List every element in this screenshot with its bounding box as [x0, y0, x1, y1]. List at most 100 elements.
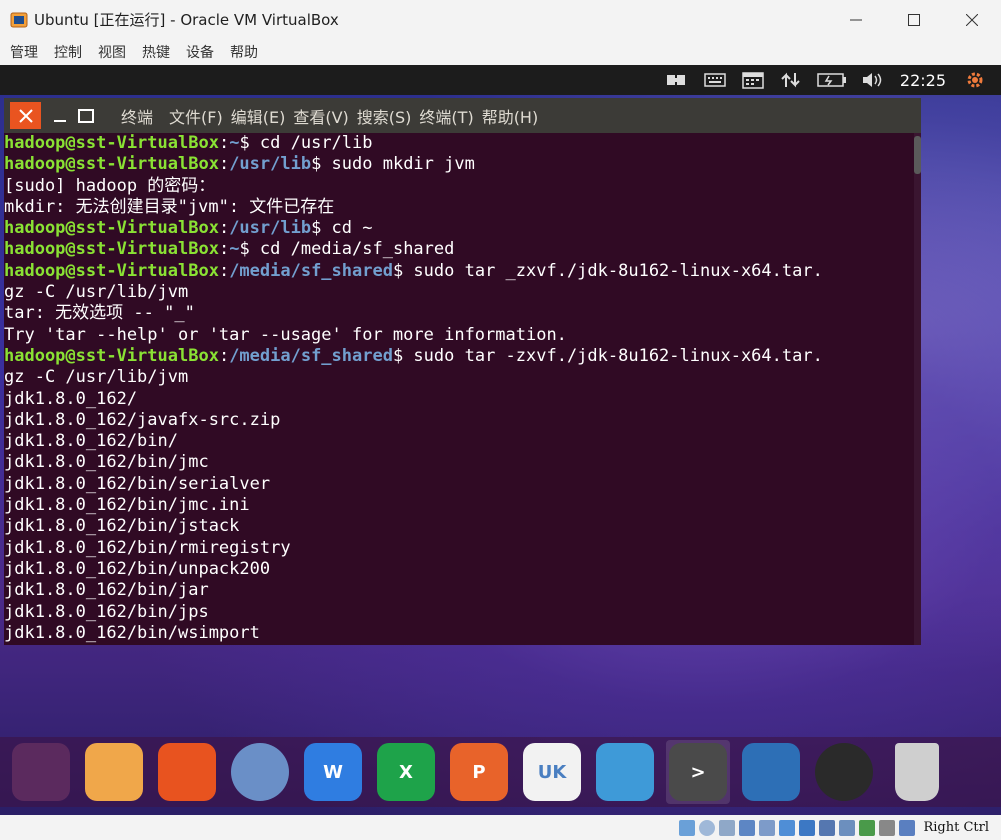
gear-icon[interactable] — [963, 71, 987, 89]
guest-display[interactable]: 22:25 终端 文件(F) 编辑(E) 查看(V) 搜索(S) 终端(T) 帮… — [0, 65, 1001, 815]
maximize-button[interactable] — [885, 0, 943, 39]
audio-icon[interactable] — [719, 819, 736, 836]
mouse-integration-icon[interactable] — [879, 819, 896, 836]
close-button[interactable] — [943, 0, 1001, 39]
terminal-menu-view[interactable]: 查看(V) — [293, 104, 348, 128]
terminal-app-name: 终端 — [121, 107, 154, 127]
network-adapter-icon[interactable] — [739, 819, 756, 836]
dock-item[interactable] — [82, 740, 146, 804]
terminal-minimize-button[interactable] — [49, 102, 71, 129]
dock-item[interactable]: X — [374, 740, 438, 804]
keyboard-icon[interactable] — [703, 71, 727, 89]
wps-presentation-icon: P — [450, 743, 508, 801]
dvd-icon — [815, 743, 873, 801]
workspace-icon — [742, 743, 800, 801]
prompt-separator: : — [218, 260, 230, 281]
terminal-line: jdk1.8.0_162/javafx-src.zip — [4, 409, 281, 430]
host-title-bar[interactable]: Ubuntu [正在运行] - Oracle VM VirtualBox — [0, 0, 1001, 39]
terminal-line: jdk1.8.0_162/bin/unpack200 — [4, 558, 271, 579]
terminal-menu-file[interactable]: 文件(F) — [169, 104, 223, 128]
menu-manage[interactable]: 管理 — [10, 42, 38, 62]
terminal-line: jdk1.8.0_162/ — [4, 388, 138, 409]
volume-icon[interactable] — [861, 71, 885, 89]
firefox-icon — [158, 743, 216, 801]
prompt-separator: : — [218, 133, 230, 153]
prompt-path: /media/sf_shared — [229, 345, 393, 366]
prompt-user: hadoop@sst-VirtualBox — [4, 133, 219, 153]
command-text: $ cd /usr/lib — [239, 133, 373, 153]
terminal-window[interactable]: 终端 文件(F) 编辑(E) 查看(V) 搜索(S) 终端(T) 帮助(H) h… — [4, 98, 921, 645]
close-icon — [18, 108, 33, 123]
wps-writer-icon: W — [304, 743, 362, 801]
usb-icon[interactable] — [759, 819, 776, 836]
terminal-menu-terminal[interactable]: 终端(T) — [419, 104, 473, 128]
terminal-menu-search[interactable]: 搜索(S) — [357, 104, 412, 128]
launcher-dock: W X P UK > — [0, 737, 1001, 807]
prompt-separator: : — [218, 239, 230, 260]
browser-icon — [231, 743, 289, 801]
battery-icon[interactable] — [817, 71, 847, 89]
terminal-menu-help[interactable]: 帮助(H) — [482, 104, 539, 128]
terminal-line: jdk1.8.0_162/bin/jar — [4, 580, 209, 601]
prompt-separator: : — [218, 345, 230, 366]
terminal-scrollbar[interactable] — [914, 133, 921, 645]
cpu-icon[interactable] — [839, 819, 856, 836]
terminal-close-button[interactable] — [10, 102, 41, 129]
terminal-line: jdk1.8.0_162/bin/jmc — [4, 452, 209, 473]
minimize-button[interactable] — [827, 0, 885, 39]
trash-icon — [895, 743, 939, 801]
terminal-line: hadoop@sst-VirtualBox:/usr/lib$ sudo mkd… — [4, 154, 914, 175]
dock-item[interactable] — [885, 740, 949, 804]
dock-item[interactable] — [9, 740, 73, 804]
input-icon[interactable] — [665, 71, 689, 89]
scrollbar-thumb[interactable] — [914, 136, 921, 174]
prompt-user: hadoop@sst-VirtualBox — [4, 218, 219, 239]
dock-item[interactable] — [593, 740, 657, 804]
terminal-line: gz -C /usr/lib/jvm — [4, 367, 189, 388]
terminal-line: hadoop@sst-VirtualBox:~$ cd /media/sf_sh… — [4, 239, 914, 260]
hard-disk-icon[interactable] — [679, 819, 696, 836]
menu-devices[interactable]: 设备 — [186, 42, 214, 62]
display-icon[interactable] — [799, 819, 816, 836]
terminal-menu-edit[interactable]: 编辑(E) — [231, 104, 286, 128]
menu-view[interactable]: 视图 — [98, 42, 126, 62]
dock-item[interactable]: P — [447, 740, 511, 804]
prompt-path: ~ — [229, 239, 240, 260]
terminal-line: mkdir: 无法创建目录"jvm": 文件已存在 — [4, 196, 335, 217]
prompt-user: hadoop@sst-VirtualBox — [4, 345, 219, 366]
dock-item[interactable] — [739, 740, 803, 804]
optical-drive-icon[interactable] — [699, 819, 716, 836]
network-icon[interactable] — [779, 71, 803, 89]
terminal-line: gz -C /usr/lib/jvm — [4, 282, 189, 303]
prompt-path: ~ — [229, 133, 240, 153]
terminal-output[interactable]: hadoop@sst-VirtualBox:~$ cd /usr/lib hado… — [4, 133, 914, 645]
keyboard-capture-icon[interactable] — [899, 819, 916, 836]
ubuntu-logo-icon — [12, 743, 70, 801]
terminal-maximize-button[interactable] — [75, 102, 97, 129]
ubuntu-kylin-store-icon: UK — [523, 743, 581, 801]
dock-item[interactable] — [228, 740, 292, 804]
prompt-path: /usr/lib — [229, 218, 312, 239]
guest-additions-icon[interactable] — [859, 819, 876, 836]
host-menu-bar: 管理 控制 视图 热键 设备 帮助 — [0, 39, 1001, 65]
shared-folders-icon[interactable] — [779, 819, 796, 836]
terminal-line: hadoop@sst-VirtualBox:/usr/lib$ cd ~ — [4, 218, 914, 239]
calendar-icon[interactable] — [741, 71, 765, 89]
prompt-user: hadoop@sst-VirtualBox — [4, 239, 219, 260]
minimize-icon — [850, 19, 862, 20]
dock-item[interactable]: > — [666, 740, 730, 804]
host-key-label: Right Ctrl — [923, 820, 989, 835]
menu-control[interactable]: 控制 — [54, 42, 82, 62]
menu-hotkeys[interactable]: 热键 — [142, 42, 170, 62]
terminal-line: jdk1.8.0_162/bin/jps — [4, 601, 209, 622]
terminal-line: hadoop@sst-VirtualBox:~$ cd /usr/lib — [4, 133, 914, 154]
recording-icon[interactable] — [819, 819, 836, 836]
dock-item[interactable] — [812, 740, 876, 804]
maximize-icon — [908, 13, 920, 26]
clock[interactable]: 22:25 — [900, 71, 946, 90]
dock-item[interactable]: UK — [520, 740, 584, 804]
terminal-line: jdk1.8.0_162/bin/jstack — [4, 516, 240, 537]
menu-help[interactable]: 帮助 — [230, 42, 258, 62]
dock-item[interactable] — [155, 740, 219, 804]
dock-item[interactable]: W — [301, 740, 365, 804]
